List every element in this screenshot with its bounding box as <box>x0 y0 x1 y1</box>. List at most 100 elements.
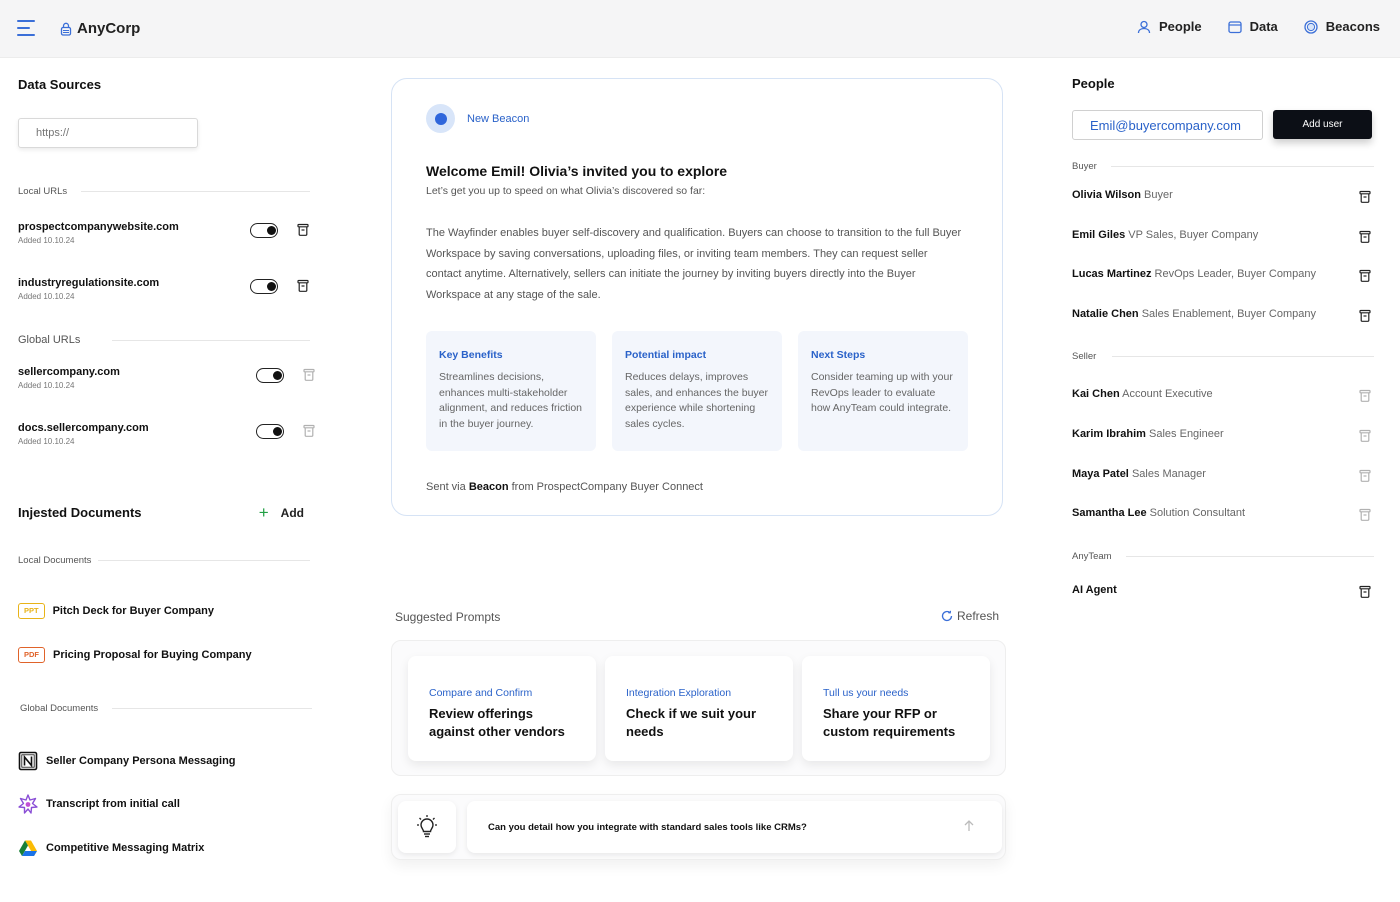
person-name: Samantha Lee <box>1072 507 1147 519</box>
person-name: Olivia Wilson <box>1072 189 1141 201</box>
person-role: Buyer <box>1144 189 1173 201</box>
person-name: Emil Giles <box>1072 229 1126 241</box>
trash-icon[interactable] <box>1359 230 1371 243</box>
suggested-prompts-label: Suggested Prompts <box>395 610 501 624</box>
person-name: Maya Patel <box>1072 468 1129 480</box>
benefit-card-potential-impact: Potential impact Reduces delays, improve… <box>612 331 782 451</box>
refresh-button[interactable]: Refresh <box>941 609 999 623</box>
trash-icon[interactable] <box>297 279 309 292</box>
prompt-category: Compare and Confirm <box>429 687 533 699</box>
source-toggle[interactable] <box>256 368 284 383</box>
top-nav: People Data Beacons <box>1137 19 1380 34</box>
url-input[interactable] <box>18 118 198 148</box>
nav-people[interactable]: People <box>1137 19 1202 34</box>
source-toggle[interactable] <box>256 424 284 439</box>
document-item[interactable]: PPT Pitch Deck for Buyer Company <box>18 603 214 619</box>
person-name: Lucas Martinez <box>1072 268 1152 280</box>
person-row: Natalie Chen Sales Enablement, Buyer Com… <box>1072 308 1374 324</box>
group-label: AnyTeam <box>1072 551 1112 562</box>
prompt-card[interactable]: Compare and Confirm Review offerings aga… <box>408 656 596 761</box>
person-row: AI Agent <box>1072 584 1374 600</box>
benefit-text: Reduces delays, improves sales, and enha… <box>625 371 769 430</box>
global-documents-label: Global Documents <box>20 703 99 714</box>
prompt-category: Integration Exploration <box>626 687 732 699</box>
trash-icon[interactable] <box>297 223 309 236</box>
source-row: industryregulationsite.com Added 10.10.2… <box>18 277 314 307</box>
chat-bar <box>391 794 1006 860</box>
trash-icon[interactable] <box>1359 309 1371 322</box>
add-user-button[interactable]: Add user <box>1273 110 1372 139</box>
chat-input[interactable] <box>467 801 1002 853</box>
source-row: docs.sellercompany.com Added 10.10.24 <box>18 422 315 452</box>
ppt-file-icon: PPT <box>18 603 45 619</box>
document-name: Competitive Messaging Matrix <box>46 842 205 854</box>
plus-icon: + <box>258 503 269 522</box>
prompt-text: Check if we suit your needs <box>626 706 757 739</box>
global-urls-label: Global URLs <box>18 334 81 346</box>
trash-icon <box>1359 469 1371 482</box>
documents-header: Injested Documents + Add <box>18 504 310 521</box>
document-item[interactable]: Transcript from initial call <box>18 794 180 814</box>
nav-beacons[interactable]: Beacons <box>1304 19 1380 34</box>
document-item[interactable]: PDF Pricing Proposal for Buying Company <box>18 647 252 663</box>
nav-people-label: People <box>1158 19 1202 34</box>
trash-icon[interactable] <box>1359 585 1371 598</box>
beacon-title: Welcome Emil! Olivia’s invited you to ex… <box>426 163 728 179</box>
group-divider-seller: Seller <box>1072 351 1374 362</box>
prompt-card[interactable]: Integration Exploration Check if we suit… <box>605 656 793 761</box>
hamburger-menu-icon[interactable] <box>17 20 35 36</box>
document-item[interactable]: Competitive Messaging Matrix <box>18 838 204 858</box>
beacon-icon <box>1304 19 1318 34</box>
beacon-footer: Sent via Beacon from ProspectCompany Buy… <box>426 481 703 493</box>
footer-prefix: Sent via <box>426 481 469 493</box>
nav-data[interactable]: Data <box>1227 19 1278 34</box>
local-documents-divider: Local Documents <box>18 555 310 566</box>
beacon-card: New Beacon Welcome Emil! Olivia’s invite… <box>391 78 1003 516</box>
benefit-card-key-benefits: Key Benefits Streamlines decisions, enha… <box>426 331 596 451</box>
pdf-file-icon: PDF <box>18 647 45 663</box>
document-name: Transcript from initial call <box>46 798 180 810</box>
source-toggle[interactable] <box>250 279 278 294</box>
document-name: Seller Company Persona Messaging <box>46 755 236 767</box>
email-input[interactable] <box>1072 110 1263 140</box>
refresh-label: Refresh <box>957 609 1000 623</box>
nav-beacons-label: Beacons <box>1325 19 1380 34</box>
beacon-subtitle: Let’s get you up to speed on what Olivia… <box>426 185 706 197</box>
trash-icon <box>1359 508 1371 521</box>
prompts-container: Compare and Confirm Review offerings aga… <box>391 640 1006 776</box>
trash-icon[interactable] <box>1359 190 1371 203</box>
send-arrow-icon[interactable] <box>962 819 976 833</box>
global-documents-divider: Global Documents <box>20 703 312 714</box>
benefit-title: Potential impact <box>625 349 707 361</box>
group-label: Seller <box>1072 351 1097 362</box>
beacon-label: New Beacon <box>467 112 530 125</box>
user-icon <box>1137 20 1151 33</box>
brand[interactable]: AnyCorp <box>60 20 140 37</box>
beacon-body: The Wayfinder enables buyer self-discove… <box>426 227 962 301</box>
prompt-card[interactable]: Tull us your needs Share your RFP or cus… <box>802 656 990 761</box>
footer-suffix: from ProspectCompany Buyer Connect <box>508 481 703 493</box>
document-item[interactable]: Seller Company Persona Messaging <box>18 751 236 771</box>
person-row: Samantha Lee Solution Consultant <box>1072 507 1374 523</box>
person-name: Karim Ibrahim <box>1072 428 1146 440</box>
data-sources-title: Data Sources <box>18 77 102 92</box>
google-drive-icon <box>18 838 38 858</box>
trash-icon <box>1359 389 1371 402</box>
refresh-icon <box>941 610 953 622</box>
person-role: RevOps Leader, Buyer Company <box>1154 268 1316 280</box>
lightbulb-icon <box>417 815 437 838</box>
benefit-card-next-steps: Next Steps Consider teaming up with your… <box>798 331 968 451</box>
group-label: Buyer <box>1072 161 1097 172</box>
trash-icon <box>303 424 315 437</box>
prompt-category: Tull us your needs <box>823 687 909 699</box>
person-role: Sales Manager <box>1131 468 1206 480</box>
trash-icon[interactable] <box>1359 269 1371 282</box>
source-toggle[interactable] <box>250 223 278 238</box>
benefit-title: Next Steps <box>811 349 866 361</box>
add-document-button[interactable]: + Add <box>259 504 304 521</box>
group-divider-buyer: Buyer <box>1072 161 1374 172</box>
add-label: Add <box>280 505 304 520</box>
lightbulb-button[interactable] <box>398 801 456 853</box>
person-role: VP Sales, Buyer Company <box>1128 229 1259 241</box>
person-role: Solution Consultant <box>1149 507 1246 519</box>
